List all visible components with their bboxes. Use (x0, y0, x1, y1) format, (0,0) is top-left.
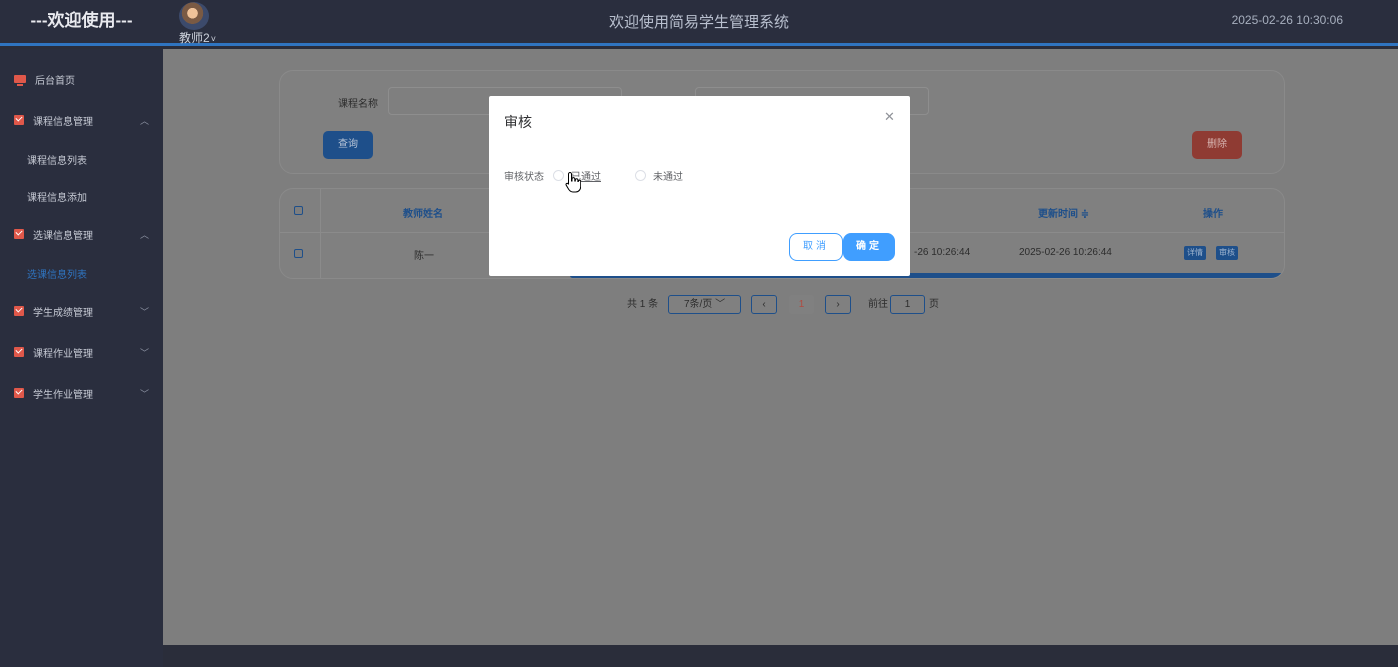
checkbox-icon (14, 347, 24, 357)
sidebar-item-label: 课程作业管理 (33, 348, 93, 360)
query-button[interactable]: 查询 (323, 131, 373, 159)
radio-rejected[interactable]: 未通过 (635, 168, 683, 183)
sidebar-item-enrollment-list[interactable]: 选课信息列表 (27, 266, 87, 281)
hand-cursor-icon (565, 171, 581, 193)
sidebar-item-label: 后台首页 (35, 75, 75, 87)
cell-update-time: 2025-02-26 10:26:44 (1019, 247, 1112, 258)
sidebar-item-course-list[interactable]: 课程信息列表 (27, 152, 87, 167)
chevron-left-icon: ‹ (762, 299, 766, 310)
radio-circle (635, 170, 646, 181)
sidebar-group-course-homework[interactable]: 课程作业管理 ﹀ (0, 339, 163, 365)
sidebar-item-label: 课程信息管理 (33, 116, 93, 128)
chevron-down-icon: ﹀ (140, 306, 150, 317)
chevron-up-icon: ︿ (140, 229, 150, 240)
column-header-update-time[interactable]: 更新时间 ≑ (1038, 205, 1089, 220)
sidebar-group-grades[interactable]: 学生成绩管理 ﹀ (0, 298, 163, 324)
review-status-label: 审核状态 (504, 172, 544, 183)
checkbox-icon (14, 306, 24, 316)
course-name-label: 课程名称 (338, 99, 378, 110)
column-divider (320, 189, 321, 278)
chevron-down-icon: ﹀ (715, 299, 726, 310)
sidebar-item-home[interactable]: 后台首页 (0, 66, 163, 92)
page-number-current[interactable]: 1 (789, 295, 814, 314)
goto-label: 前往 (868, 299, 888, 310)
datetime-display: 2025-02-26 10:30:06 (1231, 13, 1343, 27)
pagination-total: 共 1 条 (627, 299, 659, 310)
footer-bar (163, 645, 1398, 667)
dialog-title: 审核 (504, 114, 532, 130)
row-checkbox[interactable] (294, 249, 303, 258)
page-suffix: 页 (929, 299, 939, 310)
cell-teacher-name: 陈一 (414, 251, 434, 262)
delete-button[interactable]: 删除 (1192, 131, 1242, 159)
sidebar-item-label: 选课信息管理 (33, 230, 93, 242)
next-page-button[interactable]: › (825, 295, 851, 314)
chevron-up-icon: ︿ (140, 115, 150, 126)
checkbox-icon (14, 115, 24, 125)
radio-circle (553, 170, 564, 181)
checkbox-icon (14, 229, 24, 239)
select-all-checkbox[interactable] (294, 206, 303, 215)
user-name: 教师2 (179, 31, 210, 45)
page-size-label: 7条/页 (683, 299, 713, 310)
chevron-down-icon: ﹀ (140, 347, 150, 358)
chevron-right-icon: › (836, 299, 840, 310)
chevron-down-icon: ˅ (210, 34, 216, 44)
goto-page-input[interactable]: 1 (890, 295, 925, 314)
monitor-icon (14, 75, 26, 86)
column-header-teacher[interactable]: 教师姓名 (403, 205, 443, 220)
confirm-button[interactable]: 确定 (843, 233, 895, 261)
sidebar-group-enrollment[interactable]: 选课信息管理 ︿ (0, 221, 163, 247)
sidebar-item-course-add[interactable]: 课程信息添加 (27, 189, 87, 204)
review-dialog: 审核 ✕ 审核状态 已通过 未通过 取消 确定 (489, 96, 910, 276)
close-icon[interactable]: ✕ (884, 109, 895, 125)
sidebar-item-label: 学生成绩管理 (33, 307, 93, 319)
checkbox-icon (14, 388, 24, 398)
review-button[interactable]: 审核 (1216, 246, 1238, 260)
prev-page-button[interactable]: ‹ (751, 295, 777, 314)
chevron-down-icon: ﹀ (140, 388, 150, 399)
cancel-button[interactable]: 取消 (789, 233, 843, 261)
top-header: ---欢迎使用--- 教师2˅ 欢迎使用简易学生管理系统 2025-02-26 … (0, 0, 1398, 46)
sidebar-group-student-homework[interactable]: 学生作业管理 ﹀ (0, 380, 163, 406)
cell-partial-time: -26 10:26:44 (914, 247, 971, 258)
system-title: 欢迎使用简易学生管理系统 (608, 14, 789, 31)
column-header-actions: 操作 (1203, 209, 1223, 220)
detail-button[interactable]: 详情 (1184, 246, 1206, 260)
sidebar-group-course-info[interactable]: 课程信息管理 ︿ (0, 107, 163, 133)
page-size-select[interactable]: 7条/页 ﹀ (668, 295, 741, 314)
radio-label: 未通过 (653, 172, 683, 183)
sidebar-item-label: 学生作业管理 (33, 389, 93, 401)
